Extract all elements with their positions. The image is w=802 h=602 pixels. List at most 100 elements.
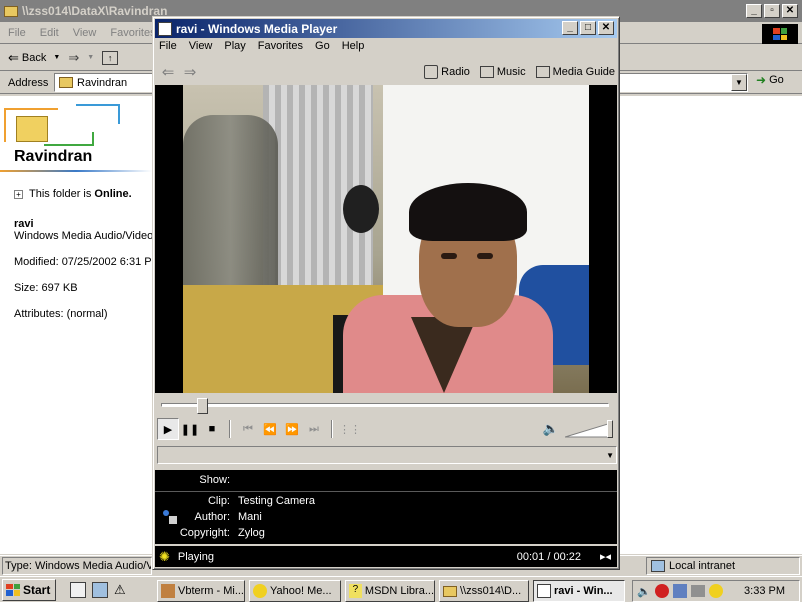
task-vbterm[interactable]: Vbterm - Mi... [157,580,245,602]
address-label: Address [8,76,49,89]
file-attributes: Attributes: (normal) [14,308,108,320]
video-frame [183,85,589,393]
menu-play[interactable]: Play [224,40,245,52]
folder-icon [4,5,18,17]
seek-bar[interactable] [161,398,609,414]
minimize-button[interactable]: _ [746,4,762,18]
media-guide-link[interactable]: Media Guide [535,66,615,78]
chevron-down-icon[interactable]: ▼ [606,451,614,460]
network-icon[interactable] [672,584,687,598]
play-button[interactable]: ▶ [157,418,179,440]
playing-status-icon: ✺ [159,548,170,564]
menu-help[interactable]: Help [342,40,365,52]
file-size: Size: 697 KB [14,282,78,294]
windows-logo [762,24,798,44]
forward-arrow-icon[interactable]: ⇒ [179,63,201,81]
restore-button[interactable]: ▫ [764,4,780,18]
up-folder-icon[interactable]: ↑ [102,50,119,65]
speaker-icon[interactable]: 🔈 [543,421,559,437]
folder-icon [59,77,73,88]
clock[interactable]: 3:33 PM [744,585,785,597]
forward-button[interactable]: ⇒ [68,50,79,66]
menu-file[interactable]: File [159,40,177,52]
separator [331,420,333,438]
file-modified: Modified: 07/25/2002 6:31 PM [14,256,152,268]
taskbar: Start ⚠ Vbterm - Mi... Yahoo! Me... ? MS… [0,576,802,602]
rewind-button[interactable]: ⏪ [259,418,281,440]
copyright-value: Zylog [238,527,265,539]
transport-controls: ▶ ❚❚ ■ ⏮ ⏪ ⏩ ⏭ ⋮⋮ 🔈 [157,418,617,440]
go-button[interactable]: ➜ Go [756,73,784,87]
radio-icon [424,65,439,79]
full-mode-icon[interactable]: ▸◂ [600,550,611,563]
wmp-title-bar[interactable]: ravi - Windows Media Player _ □ ✕ [155,19,617,38]
chevron-down-icon[interactable]: ▼ [53,54,60,61]
folder-info-pane: Ravindran + This folder is Online. ravi W… [0,96,152,554]
show-desktop-icon[interactable] [70,582,86,598]
volume-thumb[interactable] [607,420,613,438]
clip-row: Clip: Testing Camera [155,495,315,507]
address-dropdown-button[interactable]: ▼ [731,74,747,91]
status-zone: Local intranet [646,557,800,575]
explorer-window-buttons: _ ▫ ✕ [746,4,798,18]
online-status: + This folder is Online. [14,188,146,200]
seek-thumb[interactable] [197,398,208,414]
pause-button[interactable]: ❚❚ [179,418,201,440]
radio-link[interactable]: Radio [424,65,470,79]
system-tray: 🔈 3:33 PM [632,580,800,602]
playlist-dropdown[interactable]: ▼ [157,446,617,464]
help-icon: ? [349,584,362,598]
printer-icon[interactable] [690,585,705,597]
time-display: 00:01 / 00:22 [516,550,581,563]
warning-icon[interactable]: ⚠ [114,582,126,598]
close-button[interactable]: ✕ [782,4,798,18]
clip-value: Testing Camera [238,495,316,507]
file-type: Windows Media Audio/Video file [14,230,152,242]
stop-button[interactable]: ■ [201,418,223,440]
menu-favorites[interactable]: Favorites [258,40,303,52]
status-file-type: Type: Windows Media Audio/Video file [2,556,152,575]
task-yahoo[interactable]: Yahoo! Me... [249,580,341,602]
menu-edit[interactable]: Edit [40,27,59,39]
folder-icon [443,585,457,597]
address-value: Ravindran [77,76,128,89]
maximize-button[interactable]: □ [580,21,596,35]
next-track-button[interactable]: ⏭ [303,418,325,440]
folder-graphic [4,102,120,150]
minimize-button[interactable]: _ [562,21,578,35]
task-wmp[interactable]: ravi - Win... [533,580,625,602]
folder-title: Ravindran [14,148,93,165]
fast-forward-button[interactable]: ⏩ [281,418,303,440]
wmp-window-buttons: _ □ ✕ [562,21,614,35]
playlist-toggle-button[interactable]: ⋮⋮ [339,418,361,440]
video-area[interactable] [155,85,617,393]
messenger-icon[interactable] [708,584,723,598]
menu-favorites[interactable]: Favorites [110,27,155,39]
close-button[interactable]: ✕ [598,21,614,35]
task-explorer[interactable]: \\zss014\D... [439,580,529,602]
antivirus-icon[interactable] [654,584,669,598]
menu-file[interactable]: File [8,27,26,39]
previous-track-button[interactable]: ⏮ [237,418,259,440]
back-arrow-icon[interactable]: ⇐ [157,63,179,81]
pane-divider [0,170,152,172]
wmp-status-bar: ✺ Playing 00:01 / 00:22 ▸◂ [155,546,617,567]
music-store-icon [479,66,494,78]
menu-view[interactable]: View [73,27,97,39]
go-arrow-icon: ➜ [756,73,767,87]
back-button[interactable]: ⇐ Back ▼ [8,50,60,66]
music-link[interactable]: Music [479,66,526,78]
volume-slider[interactable] [565,420,613,438]
menu-go[interactable]: Go [315,40,330,52]
intranet-icon [651,560,665,572]
info-divider [155,491,617,493]
menu-view[interactable]: View [189,40,213,52]
start-button[interactable]: Start [2,578,56,601]
task-msdn[interactable]: ? MSDN Libra... [345,580,435,602]
volume-wedge [565,422,612,438]
speaker-icon[interactable]: 🔈 [637,585,651,598]
chevron-down-icon[interactable]: ▼ [87,54,94,61]
launcher-icon[interactable] [92,582,108,598]
expand-icon[interactable]: + [14,190,23,199]
wmp-menu-bar: File View Play Favorites Go Help [159,40,364,52]
